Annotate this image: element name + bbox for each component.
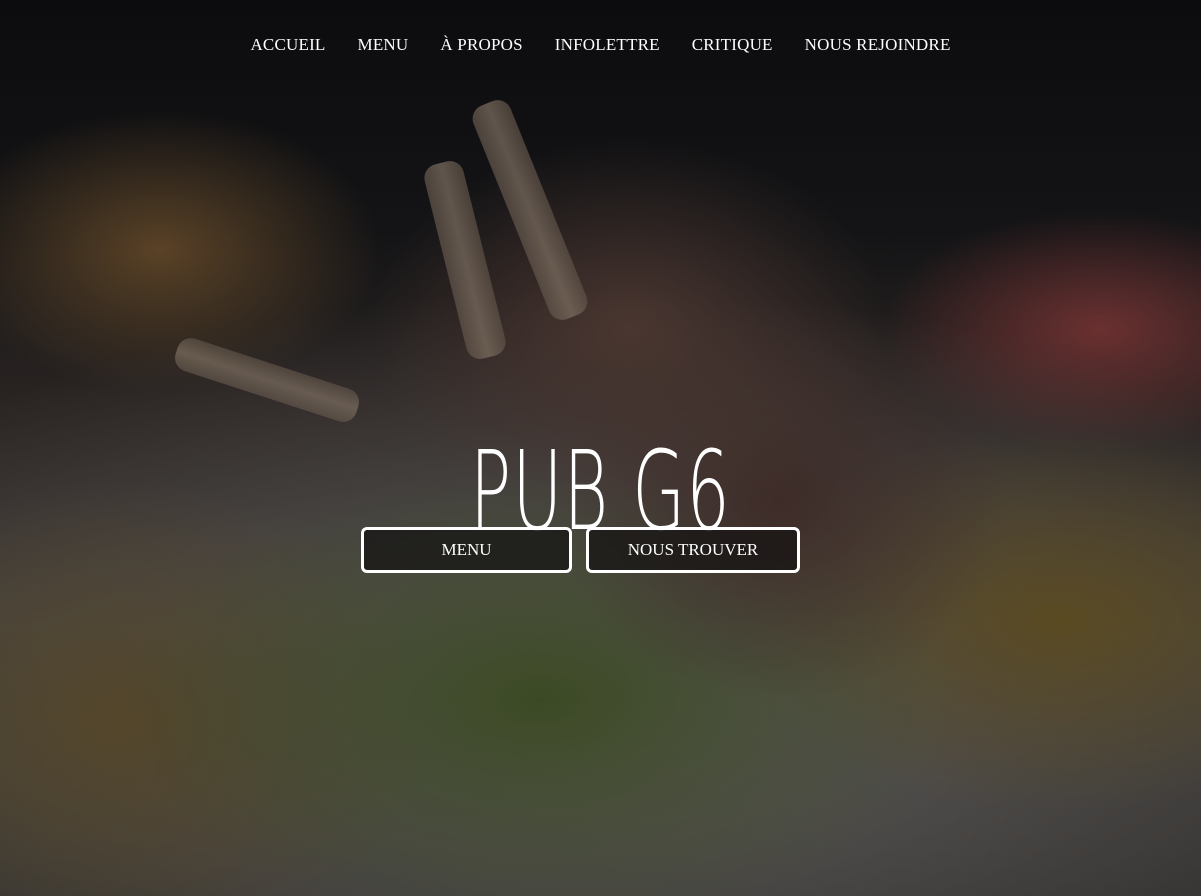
nav-item-nous-rejoindre[interactable]: NOUS REJOINDRE [789,33,967,57]
nav-item-menu[interactable]: MENU [342,33,425,57]
find-us-button[interactable]: NOUS TROUVER [586,527,800,573]
nav-item-infolettre[interactable]: INFOLETTRE [539,33,676,57]
hero-buttons: MENU NOUS TROUVER [361,527,800,573]
main-nav: ACCUEIL MENU À PROPOS INFOLETTRE CRITIQU… [0,33,1201,57]
nav-item-a-propos[interactable]: À PROPOS [424,33,538,57]
nav-item-accueil[interactable]: ACCUEIL [234,33,341,57]
hero-section: ACCUEIL MENU À PROPOS INFOLETTRE CRITIQU… [0,0,1201,896]
background-photo-detail [421,158,509,362]
background-photo-detail [171,334,363,426]
menu-button[interactable]: MENU [361,527,572,573]
nav-item-critique[interactable]: CRITIQUE [676,33,789,57]
